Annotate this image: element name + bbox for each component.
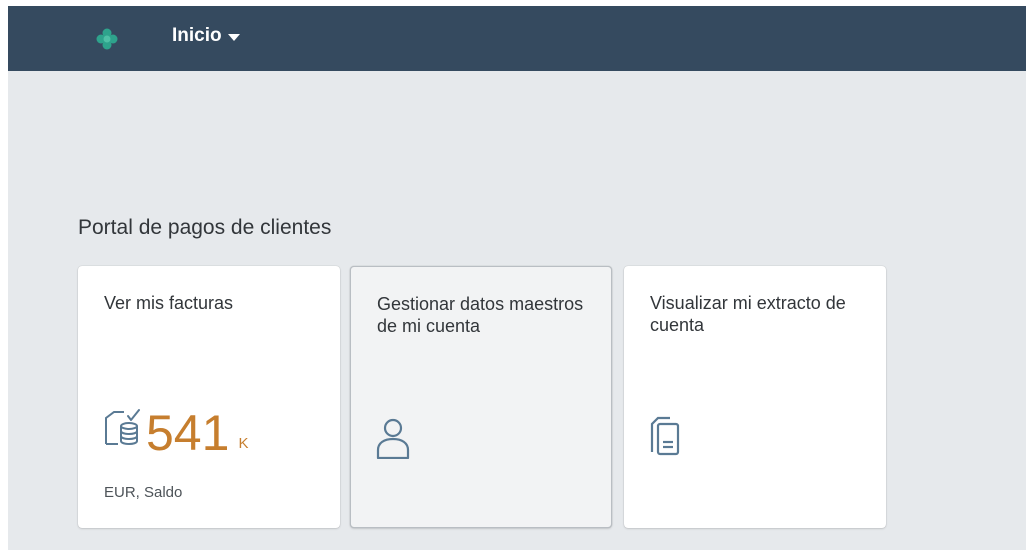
tile-title: Gestionar datos maestros de mi cuenta [377, 294, 584, 336]
kpi-scale: K [238, 435, 249, 452]
tile-kpi: 541 K [102, 405, 249, 461]
person-icon [375, 417, 411, 464]
invoice-stack-icon [102, 408, 144, 451]
group-title: Portal de pagos de clientes [78, 216, 332, 239]
tile-footer: EUR, Saldo [104, 484, 183, 501]
company-logo-icon[interactable] [96, 28, 118, 50]
tile-visualizar-extracto[interactable]: Visualizar mi extracto de cuenta [624, 266, 886, 528]
kpi-value: 541 [146, 405, 230, 461]
shell-bar: Inicio [8, 6, 1026, 71]
tile-gestionar-datos-maestros[interactable]: Gestionar datos maestros de mi cuenta [350, 266, 612, 528]
tile-title: Visualizar mi extracto de cuenta [650, 293, 846, 335]
app-frame: Inicio Portal de pagos de clientes Ver m… [8, 6, 1026, 550]
tile-ver-mis-facturas[interactable]: Ver mis facturas 541 K EUR, Saldo [78, 266, 340, 528]
home-menu-button[interactable]: Inicio [172, 25, 240, 47]
caret-down-icon [227, 33, 240, 41]
shell-title: Inicio [172, 25, 222, 46]
documents-icon [648, 416, 684, 463]
tile-title: Ver mis facturas [104, 293, 234, 313]
